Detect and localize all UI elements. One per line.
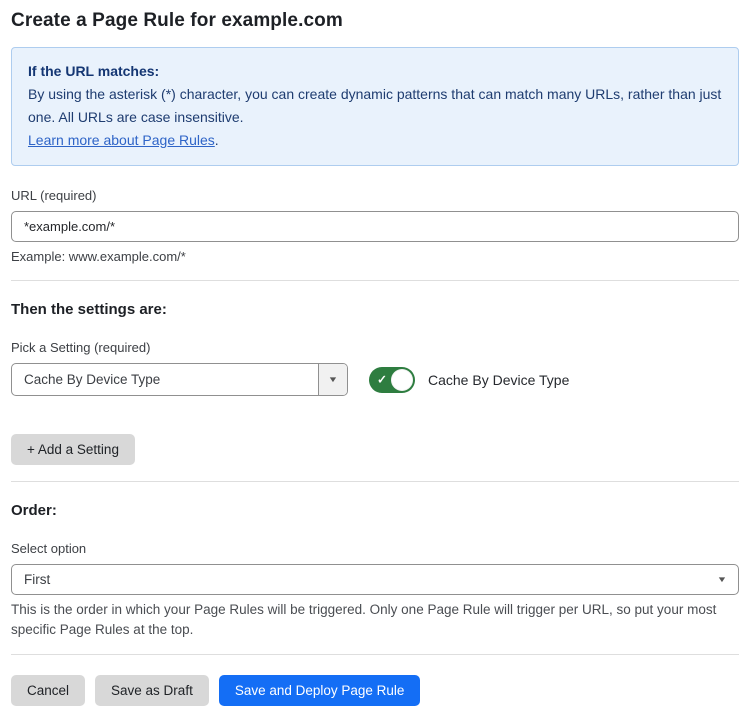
chevron-down-icon: ▼ — [328, 375, 339, 384]
order-select-label: Select option — [11, 541, 739, 556]
toggle-knob — [391, 369, 413, 391]
order-section-heading: Order: — [11, 502, 739, 519]
order-select-value: First — [24, 572, 718, 587]
toggle-label: Cache By Device Type — [428, 372, 569, 388]
order-select[interactable]: First ▼ — [11, 564, 739, 595]
setting-row: Cache By Device Type ▼ ✓ Cache By Device… — [11, 363, 739, 396]
info-box-link-line: Learn more about Page Rules. — [28, 129, 722, 152]
url-field-label: URL (required) — [11, 188, 739, 203]
info-box-heading: If the URL matches: — [28, 60, 722, 83]
url-input[interactable] — [11, 211, 739, 242]
url-example-helper: Example: www.example.com/* — [11, 249, 739, 264]
page-rule-form: Create a Page Rule for example.com If th… — [0, 0, 750, 706]
pick-setting-label: Pick a Setting (required) — [11, 340, 739, 355]
footer-divider — [11, 654, 739, 655]
save-as-draft-button[interactable]: Save as Draft — [95, 675, 209, 706]
section-divider — [11, 481, 739, 482]
cache-by-device-type-toggle[interactable]: ✓ — [369, 367, 415, 393]
learn-more-link[interactable]: Learn more about Page Rules — [28, 132, 215, 148]
page-title: Create a Page Rule for example.com — [11, 10, 739, 32]
check-icon: ✓ — [377, 372, 387, 386]
chevron-down-icon: ▼ — [717, 575, 728, 584]
setting-select-arrow-button[interactable]: ▼ — [318, 364, 347, 395]
info-box-body: By using the asterisk (*) character, you… — [28, 83, 722, 129]
add-setting-button[interactable]: + Add a Setting — [11, 434, 135, 465]
section-divider — [11, 280, 739, 281]
footer-actions: Cancel Save as Draft Save and Deploy Pag… — [11, 675, 739, 706]
cancel-button[interactable]: Cancel — [11, 675, 85, 706]
setting-select[interactable]: Cache By Device Type ▼ — [11, 363, 348, 396]
setting-select-value: Cache By Device Type — [12, 364, 318, 395]
save-and-deploy-button[interactable]: Save and Deploy Page Rule — [219, 675, 421, 706]
order-helper-text: This is the order in which your Page Rul… — [11, 600, 723, 640]
url-match-info-box: If the URL matches: By using the asteris… — [11, 47, 739, 166]
settings-section-heading: Then the settings are: — [11, 301, 739, 318]
link-suffix: . — [215, 132, 219, 148]
